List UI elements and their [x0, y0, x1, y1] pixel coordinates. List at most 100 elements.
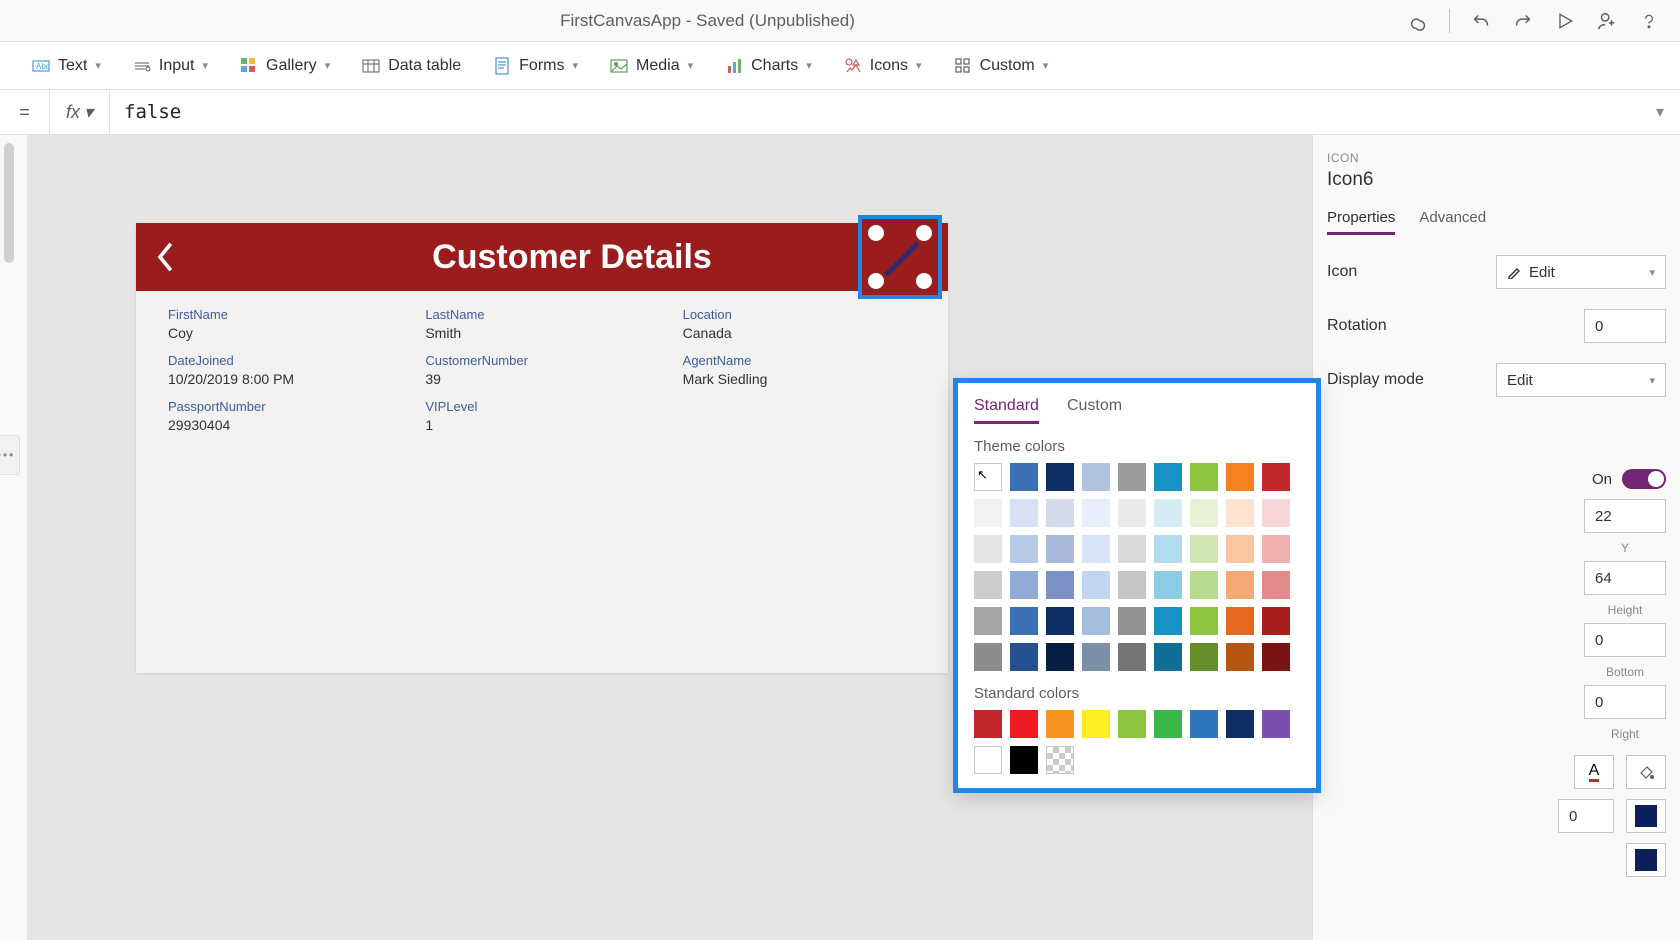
color-swatch[interactable]	[1190, 571, 1218, 599]
color-swatch[interactable]	[1226, 463, 1254, 491]
color-swatch[interactable]	[1118, 607, 1146, 635]
color-swatch[interactable]	[1118, 499, 1146, 527]
ribbon-forms[interactable]: Forms▾	[493, 57, 578, 75]
diagnostics-icon[interactable]	[1407, 10, 1429, 32]
color-swatch[interactable]	[1082, 463, 1110, 491]
color-swatch[interactable]	[1226, 499, 1254, 527]
share-icon[interactable]	[1596, 10, 1618, 32]
formula-fx-button[interactable]: fx ▾	[50, 90, 110, 134]
visible-toggle[interactable]	[1622, 469, 1666, 489]
color-swatch[interactable]	[974, 710, 1002, 738]
color-swatch[interactable]	[1154, 607, 1182, 635]
color-swatch[interactable]	[974, 607, 1002, 635]
color-swatch[interactable]	[1010, 710, 1038, 738]
color-swatch[interactable]	[1226, 571, 1254, 599]
color-swatch[interactable]	[1118, 535, 1146, 563]
prop-bottom-input[interactable]	[1584, 623, 1666, 657]
formula-input[interactable]: false	[110, 101, 1640, 123]
undo-icon[interactable]	[1470, 10, 1492, 32]
color-swatch[interactable]	[1226, 535, 1254, 563]
color-swatch[interactable]	[1046, 710, 1074, 738]
scrollbar[interactable]	[4, 143, 14, 263]
color-swatch[interactable]	[1118, 643, 1146, 671]
color-swatch[interactable]	[1046, 571, 1074, 599]
color-swatch[interactable]	[1010, 463, 1038, 491]
color-swatch[interactable]	[1262, 535, 1290, 563]
color-swatch[interactable]	[1262, 710, 1290, 738]
color-swatch[interactable]	[1010, 607, 1038, 635]
fill-color-button[interactable]	[1626, 755, 1666, 789]
prop-display-select[interactable]: Edit ▾	[1496, 363, 1666, 397]
color-swatch[interactable]	[1262, 607, 1290, 635]
color-swatch[interactable]	[1082, 643, 1110, 671]
color-swatch[interactable]	[1046, 463, 1074, 491]
color-swatch[interactable]	[1154, 535, 1182, 563]
color-swatch[interactable]	[974, 643, 1002, 671]
color-swatch[interactable]	[1190, 710, 1218, 738]
ribbon-gallery[interactable]: Gallery▾	[240, 57, 330, 75]
colorpicker-tab-custom[interactable]: Custom	[1067, 397, 1122, 424]
prop-y-input[interactable]	[1584, 499, 1666, 533]
color-swatch[interactable]	[974, 746, 1002, 774]
play-icon[interactable]	[1554, 10, 1576, 32]
ribbon-text[interactable]: Abc Text▾	[32, 57, 101, 75]
color-swatch[interactable]	[1010, 499, 1038, 527]
tab-advanced[interactable]: Advanced	[1419, 209, 1486, 235]
prop-border-width[interactable]	[1558, 799, 1614, 833]
color-swatch[interactable]	[1262, 571, 1290, 599]
color-swatch[interactable]	[1082, 571, 1110, 599]
color-swatch[interactable]	[1190, 535, 1218, 563]
color-swatch[interactable]	[1154, 710, 1182, 738]
color-swatch[interactable]	[1118, 571, 1146, 599]
ribbon-media[interactable]: Media▾	[610, 57, 693, 75]
color-swatch[interactable]	[1226, 710, 1254, 738]
prop-right-input[interactable]	[1584, 685, 1666, 719]
color-swatch[interactable]	[1082, 710, 1110, 738]
color-swatch[interactable]: ↖	[974, 463, 1002, 491]
color-swatch[interactable]	[1226, 643, 1254, 671]
color-swatch[interactable]	[974, 535, 1002, 563]
color-swatch[interactable]	[1262, 643, 1290, 671]
color-swatch[interactable]	[1010, 643, 1038, 671]
help-icon[interactable]	[1638, 10, 1660, 32]
border-color-button[interactable]	[1626, 799, 1666, 833]
color-swatch[interactable]	[1046, 746, 1074, 774]
tab-properties[interactable]: Properties	[1327, 209, 1395, 235]
color-swatch[interactable]	[1046, 535, 1074, 563]
focus-border-color-button[interactable]	[1626, 843, 1666, 877]
color-swatch[interactable]	[1154, 463, 1182, 491]
color-swatch[interactable]	[1046, 499, 1074, 527]
prop-icon-select[interactable]: Edit ▾	[1496, 255, 1666, 289]
color-swatch[interactable]	[1190, 499, 1218, 527]
color-swatch[interactable]	[974, 571, 1002, 599]
color-swatch[interactable]	[1154, 499, 1182, 527]
color-swatch[interactable]	[1046, 607, 1074, 635]
color-swatch[interactable]	[1190, 643, 1218, 671]
color-swatch[interactable]	[1154, 643, 1182, 671]
ribbon-input[interactable]: Input▾	[133, 57, 208, 75]
color-swatch[interactable]	[974, 499, 1002, 527]
color-swatch[interactable]	[1010, 746, 1038, 774]
selected-icon-edit[interactable]	[858, 215, 942, 299]
color-swatch[interactable]	[1010, 535, 1038, 563]
font-color-button[interactable]: A	[1574, 755, 1614, 789]
formula-expand-icon[interactable]: ▾	[1640, 102, 1680, 122]
color-swatch[interactable]	[1190, 607, 1218, 635]
color-swatch[interactable]	[1190, 463, 1218, 491]
colorpicker-tab-standard[interactable]: Standard	[974, 397, 1039, 424]
expand-tree-handle[interactable]: •••	[0, 435, 20, 475]
ribbon-icons[interactable]: Icons▾	[844, 57, 922, 75]
back-icon[interactable]	[136, 239, 196, 275]
prop-height-input[interactable]	[1584, 561, 1666, 595]
prop-rotation-input[interactable]	[1584, 309, 1666, 343]
color-swatch[interactable]	[1262, 499, 1290, 527]
redo-icon[interactable]	[1512, 10, 1534, 32]
ribbon-charts[interactable]: Charts▾	[725, 57, 812, 75]
color-swatch[interactable]	[1082, 535, 1110, 563]
color-swatch[interactable]	[1082, 499, 1110, 527]
color-swatch[interactable]	[1262, 463, 1290, 491]
ribbon-custom[interactable]: Custom▾	[954, 57, 1049, 75]
color-swatch[interactable]	[1226, 607, 1254, 635]
color-swatch[interactable]	[1010, 571, 1038, 599]
ribbon-datatable[interactable]: Data table	[362, 57, 461, 75]
